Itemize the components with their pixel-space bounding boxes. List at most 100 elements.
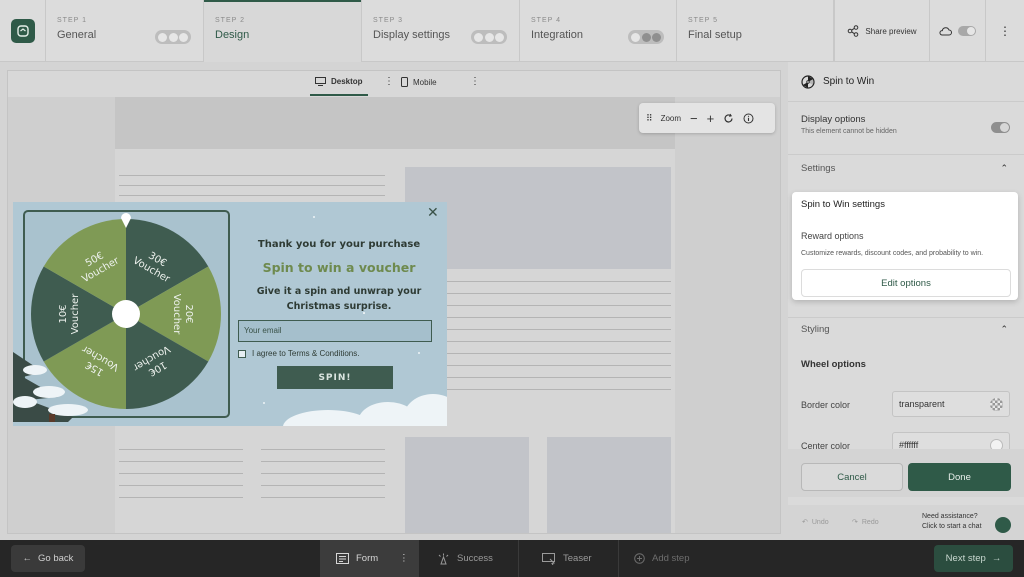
next-step-button[interactable]: Next step →: [934, 545, 1013, 572]
panel-title: Spin to Win: [823, 76, 875, 87]
placeholder-line: [119, 497, 243, 498]
snowflake: [313, 216, 315, 218]
chevron-up-icon[interactable]: ⌃: [1000, 163, 1008, 174]
step-name: Final setup: [688, 29, 742, 41]
placeholder-line: [261, 497, 385, 498]
step-design[interactable]: STEP 2 Design: [204, 0, 362, 62]
step-number: STEP 5: [688, 17, 718, 24]
cloud-icon: [939, 26, 952, 35]
tab-form[interactable]: Form ⋮: [320, 540, 419, 577]
mobile-icon: [401, 77, 408, 87]
cancel-button[interactable]: Cancel: [801, 463, 903, 491]
arrow-right-icon: →: [991, 553, 1002, 564]
app-logo-icon: [10, 19, 35, 43]
add-step-button[interactable]: Add step: [618, 540, 714, 577]
settings-section-header[interactable]: Settings ⌃: [788, 163, 1024, 174]
form-icon: [336, 553, 349, 564]
terms-checkbox-row[interactable]: I agree to Terms & Conditions.: [238, 349, 359, 358]
tab-teaser[interactable]: Teaser: [526, 540, 620, 577]
tab-mobile[interactable]: Mobile: [401, 77, 437, 87]
arrow-left-icon: ←: [22, 553, 33, 564]
next-step-label: Next step: [945, 553, 986, 564]
placeholder-line: [119, 185, 385, 186]
placeholder-line: [261, 449, 385, 450]
go-back-label: Go back: [38, 553, 74, 564]
autosave-switch[interactable]: [958, 26, 976, 36]
desktop-options-icon[interactable]: ⋮: [384, 76, 394, 87]
step-number: STEP 2: [215, 17, 245, 24]
snow-mound: [403, 394, 447, 426]
need-assistance-text: Need assistance?: [922, 513, 978, 520]
close-icon[interactable]: ✕: [427, 205, 439, 219]
popup-title: Thank you for your purchase: [257, 239, 421, 250]
border-color-value: transparent: [899, 399, 945, 409]
zoom-in-icon[interactable]: +: [707, 111, 715, 126]
spin-to-win-popup[interactable]: 30€ Voucher 20€ Voucher 10€ Voucher 15€ Voucher…: [13, 202, 447, 426]
logo-box[interactable]: [0, 0, 46, 62]
border-color-row: Border color transparent: [788, 391, 1024, 421]
placeholder-line: [261, 461, 385, 462]
placeholder-line: [119, 461, 243, 462]
done-button[interactable]: Done: [908, 463, 1011, 491]
wheel-segment-label: 10€: [58, 304, 69, 323]
wheel-segment-label: Voucher: [171, 294, 182, 336]
email-field[interactable]: Your email: [238, 320, 432, 342]
settings-label: Settings: [801, 163, 836, 174]
step-final-setup[interactable]: STEP 5 Final setup: [677, 0, 834, 62]
edit-options-button[interactable]: Edit options: [801, 269, 1011, 297]
display-options-section: Display options This element cannot be h…: [788, 114, 1024, 135]
chat-icon[interactable]: [995, 517, 1011, 533]
autosave-toggle[interactable]: [930, 0, 986, 62]
step-display-settings[interactable]: STEP 3 Display settings: [362, 0, 520, 62]
wheel-icon: [801, 74, 815, 89]
tab-success-label: Success: [457, 553, 493, 564]
placeholder-hero: [115, 97, 675, 149]
tab-teaser-label: Teaser: [563, 553, 592, 564]
step-progress-indicator: [155, 30, 191, 44]
drag-handle-icon[interactable]: ⠿: [646, 113, 653, 124]
placeholder-line: [261, 485, 385, 486]
go-back-button[interactable]: ← Go back: [11, 545, 85, 572]
history-bar: ↶ Undo ↷ Redo Need assistance? Click to …: [788, 505, 1024, 540]
display-options-toggle[interactable]: [991, 122, 1010, 133]
more-options-icon[interactable]: ⋮: [986, 0, 1024, 62]
mobile-options-icon[interactable]: ⋮: [470, 76, 480, 87]
reset-zoom-icon[interactable]: [723, 113, 734, 124]
form-options-icon[interactable]: ⋮: [399, 553, 409, 564]
step-integration[interactable]: STEP 4 Integration: [520, 0, 677, 62]
share-preview-button[interactable]: Share preview: [834, 0, 930, 62]
step-number: STEP 3: [373, 17, 403, 24]
step-number: STEP 4: [531, 17, 561, 24]
redo-button[interactable]: ↷ Redo: [852, 518, 879, 527]
snowflake: [263, 402, 265, 404]
spin-button[interactable]: SPIN!: [277, 366, 393, 389]
undo-label: Undo: [811, 518, 829, 526]
snowy-tree-decoration: [13, 352, 88, 422]
zoom-out-icon[interactable]: −: [690, 111, 698, 126]
step-general[interactable]: STEP 1 General: [46, 0, 204, 62]
undo-button[interactable]: ↶ Undo: [802, 518, 829, 527]
tab-success[interactable]: Success: [421, 540, 518, 577]
styling-section-header[interactable]: Styling ⌃: [788, 324, 1024, 335]
step-bar: STEP 1 General STEP 2 Design STEP 3 Disp…: [0, 0, 1024, 62]
active-tab-indicator: [310, 94, 368, 96]
transparent-swatch-icon[interactable]: [990, 398, 1003, 411]
tab-desktop-label: Desktop: [331, 77, 363, 86]
snowflake: [418, 352, 420, 354]
share-preview-label: Share preview: [865, 26, 917, 36]
wheel-segment-label: 20€: [183, 304, 194, 323]
info-icon[interactable]: [743, 113, 754, 124]
chevron-up-icon[interactable]: ⌃: [1000, 324, 1008, 335]
step-progress-indicator: [628, 30, 664, 44]
border-color-label: Border color: [801, 400, 851, 410]
help-chat-link[interactable]: Need assistance? Click to start a chat: [922, 512, 982, 532]
wheel-options-section: Wheel options: [788, 359, 1024, 370]
tab-desktop[interactable]: Desktop: [315, 77, 363, 86]
placeholder-block: [547, 437, 671, 533]
panel-action-buttons: Cancel Done: [788, 449, 1024, 497]
zoom-toolbar: ⠿ Zoom − +: [639, 103, 775, 133]
border-color-input[interactable]: transparent: [892, 391, 1010, 417]
redo-icon: ↷: [852, 519, 858, 526]
terms-checkbox[interactable]: [238, 349, 246, 358]
display-options-label: Display options: [801, 114, 866, 125]
